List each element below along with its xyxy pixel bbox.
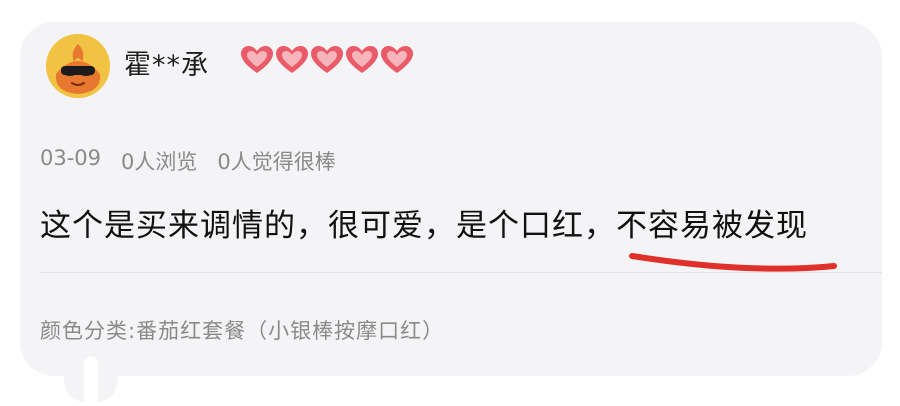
card-tail-gap — [84, 356, 98, 406]
red-underline-annotation — [629, 253, 837, 272]
avatar[interactable] — [46, 34, 110, 98]
like-count[interactable]: 0人觉得很棒 — [217, 146, 335, 176]
level-hearts — [240, 45, 414, 75]
username[interactable]: 霍**承 — [124, 43, 209, 82]
heart-icon — [346, 46, 378, 73]
comment-date: 03-09 — [40, 146, 102, 170]
comment-meta: 03-09 0人浏览 0人觉得很棒 — [40, 146, 336, 176]
avatar-face-icon — [46, 34, 110, 98]
sku-info: 颜色分类:番茄红套餐（小银棒按摩口红） — [40, 319, 445, 343]
heart-icon — [241, 46, 273, 73]
review-text: 这个是买来调情的，很可爱，是个口红，不容易被发现 — [40, 208, 808, 244]
divider — [40, 272, 882, 273]
heart-icon — [276, 46, 308, 73]
heart-icon — [311, 46, 343, 73]
view-count: 0人浏览 — [121, 150, 198, 174]
heart-icon — [381, 46, 413, 73]
